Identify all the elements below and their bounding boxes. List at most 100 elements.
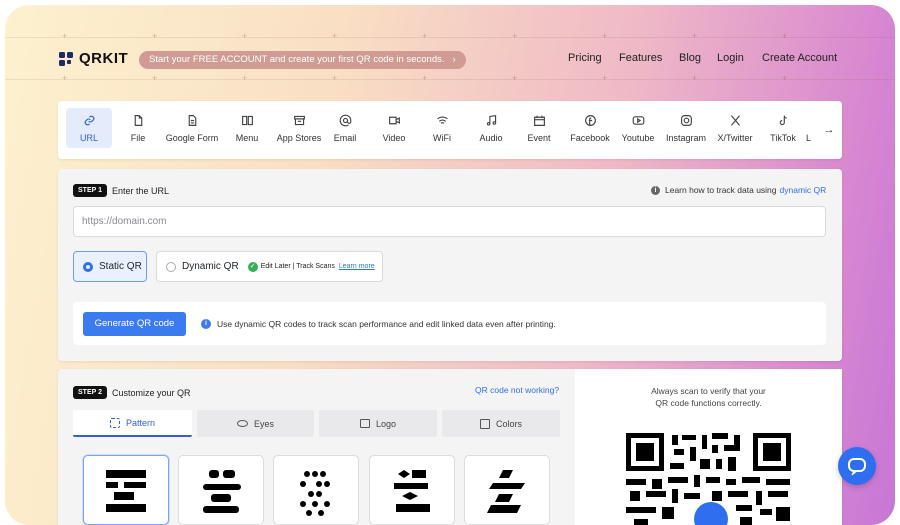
file-icon <box>134 114 142 126</box>
grid-plus-icon: + <box>602 31 608 41</box>
grid-plus-icon: + <box>332 31 338 41</box>
x-icon <box>730 114 740 126</box>
grid-plus-icon: + <box>782 73 788 83</box>
learn-more-link[interactable]: Learn more <box>339 263 375 270</box>
grid-plus-icon: + <box>422 73 428 83</box>
track-help: i Learn how to track data using dynamic … <box>651 185 826 195</box>
grid-plus-icon: + <box>512 31 518 41</box>
instagram-icon <box>680 114 692 126</box>
grid-plus-icon: + <box>152 31 158 41</box>
nav-blog[interactable]: Blog <box>679 52 701 64</box>
grid-plus-icon: + <box>152 73 158 83</box>
pattern-square-icon <box>106 470 146 512</box>
youtube-icon <box>632 115 644 125</box>
grid-plus-icon: + <box>602 73 608 83</box>
info-icon: i <box>201 319 211 329</box>
url-input[interactable]: https://domain.com <box>73 206 826 237</box>
dynamic-radio[interactable] <box>166 261 176 272</box>
pattern-option[interactable] <box>464 455 550 525</box>
pattern-option[interactable] <box>178 455 264 525</box>
type-google-form[interactable]: Google Form <box>164 108 220 148</box>
preview-note: Always scan to verify that your QR code … <box>651 386 766 408</box>
check-icon: ✓ <box>247 261 258 272</box>
pattern-option[interactable] <box>83 455 169 525</box>
brand-name: QRKIT <box>79 50 129 67</box>
logo-icon <box>59 51 73 66</box>
type-app-stores[interactable]: App Stores <box>271 108 327 148</box>
tab-eyes[interactable]: Eyes <box>197 410 314 437</box>
palette-icon <box>479 418 490 429</box>
generate-qr-button[interactable]: Generate QR code <box>83 312 186 336</box>
form-icon <box>188 114 196 126</box>
grid-plus-icon: + <box>692 73 698 83</box>
qr-not-working-link[interactable]: QR code not working? <box>475 385 559 395</box>
nav-features[interactable]: Features <box>619 52 662 64</box>
calendar-icon <box>533 115 545 126</box>
pattern-rounded-icon <box>203 470 241 513</box>
pattern-dots-icon <box>300 471 330 516</box>
link-icon <box>84 115 94 125</box>
grid-plus-icon: + <box>62 73 68 83</box>
promo-banner[interactable]: Start your FREE ACCOUNT and create your … <box>139 51 466 69</box>
chat-support-button[interactable] <box>838 447 876 485</box>
chat-bubble-icon <box>848 458 866 476</box>
type-audio[interactable]: Audio <box>468 108 514 148</box>
pattern-diamond-icon <box>394 470 430 512</box>
book-icon <box>241 115 253 125</box>
music-icon <box>486 114 496 126</box>
type-event[interactable]: Event <box>516 108 562 148</box>
tab-pattern[interactable]: Pattern <box>73 410 192 437</box>
decorative-grid: + + + + + + + + + + + + + + + + + + <box>5 5 895 95</box>
step1-label: Enter the URL <box>112 186 170 196</box>
dynamic-info: i Use dynamic QR codes to track scan per… <box>201 319 556 329</box>
qr-type-bar: URL File Google Form Menu App Stores Ema… <box>58 101 842 159</box>
type-instagram[interactable]: Instagram <box>659 108 713 148</box>
grid-plus-icon: + <box>692 31 698 41</box>
type-tiktok[interactable]: TikTok <box>760 108 806 148</box>
image-icon <box>359 419 370 428</box>
type-menu[interactable]: Menu <box>224 108 270 148</box>
pattern-option[interactable] <box>273 455 359 525</box>
video-icon <box>388 116 400 124</box>
promo-text: Start your FREE ACCOUNT and create your … <box>149 54 445 65</box>
type-wifi[interactable]: WiFi <box>419 108 465 148</box>
grid-plus-icon: + <box>242 31 248 41</box>
dynamic-qr-option[interactable]: Dynamic QR ✓ Edit Later | Track Scans Le… <box>156 251 383 282</box>
step2-badge: STEP 2 <box>73 386 107 399</box>
type-x-twitter[interactable]: X/Twitter <box>708 108 762 148</box>
dynamic-qr-link[interactable]: dynamic QR <box>780 185 827 195</box>
nav-create-account[interactable]: Create Account <box>762 52 837 64</box>
step2-label: Customize your QR <box>112 388 191 398</box>
eye-icon <box>236 420 248 427</box>
tab-colors[interactable]: Colors <box>442 410 560 437</box>
grid-plus-icon: + <box>512 73 518 83</box>
step1-badge: STEP 1 <box>73 184 107 197</box>
at-icon <box>339 114 351 126</box>
grid-plus-icon: + <box>332 73 338 83</box>
static-qr-option[interactable]: Static QR <box>73 251 147 282</box>
facebook-icon <box>584 114 596 126</box>
promo-arrow-icon: › <box>452 54 456 65</box>
tiktok-icon <box>779 115 787 125</box>
info-icon: i <box>651 185 660 195</box>
wifi-icon <box>436 116 448 124</box>
grid-plus-icon: + <box>782 31 788 41</box>
grid-plus-icon: + <box>422 31 428 41</box>
nav-pricing[interactable]: Pricing <box>568 52 602 64</box>
type-facebook[interactable]: Facebook <box>563 108 617 148</box>
type-url[interactable]: URL <box>66 108 112 148</box>
store-icon <box>293 115 305 125</box>
grid-plus-icon: + <box>242 73 248 83</box>
type-file[interactable]: File <box>115 108 161 148</box>
type-youtube[interactable]: Youtube <box>613 108 663 148</box>
tab-logo[interactable]: Logo <box>319 410 437 437</box>
qr-preview <box>616 423 801 525</box>
pattern-option[interactable] <box>369 455 455 525</box>
static-radio[interactable] <box>83 261 93 272</box>
grid-plus-icon: + <box>62 31 68 41</box>
nav-login[interactable]: Login <box>717 52 744 64</box>
type-video[interactable]: Video <box>371 108 417 148</box>
type-email[interactable]: Email <box>322 108 368 148</box>
brand-logo[interactable]: QRKIT <box>59 50 128 67</box>
scroll-right-arrow-icon[interactable]: → <box>816 101 842 159</box>
